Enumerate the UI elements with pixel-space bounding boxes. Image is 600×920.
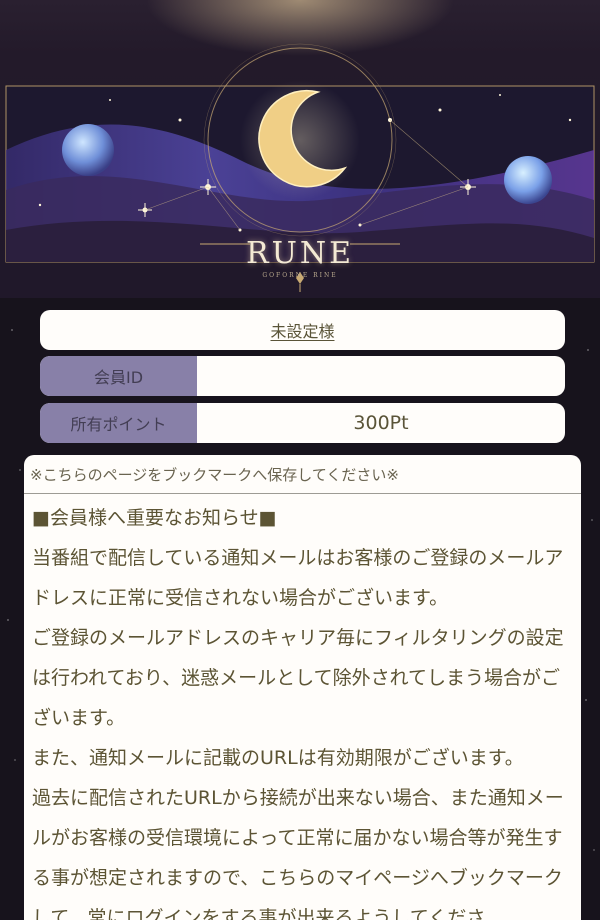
header-banner: RUNE GOFORNE RINE xyxy=(0,0,600,298)
points-value: 300Pt xyxy=(353,412,409,434)
notice-paragraph: また、通知メールに記載のURLは有効期限がございます。 xyxy=(32,747,524,769)
notice-paragraph: 当番組で配信している通知メールはお客様のご登録のメールアドレスに正常に受信されな… xyxy=(32,547,564,609)
notice-paragraph: 過去に配信されたURLから接続が出来ない場合、また通知メールがお客様の受信環境に… xyxy=(32,787,564,920)
notice-heading: ■会員様へ重要なお知らせ■ xyxy=(32,507,277,529)
brand-title: RUNE xyxy=(245,236,355,271)
member-name-row: 未設定様 xyxy=(40,310,565,350)
member-id-label: 会員ID xyxy=(40,356,197,396)
brand: RUNE GOFORNE RINE xyxy=(0,236,600,279)
notice-panel: ※こちらのページをブックマークへ保存してください※ ■会員様へ重要なお知らせ■ … xyxy=(24,455,581,920)
notice-body: ■会員様へ重要なお知らせ■ 当番組で配信している通知メールはお客様のご登録のメー… xyxy=(24,494,581,920)
member-id-row: 会員ID xyxy=(40,356,565,396)
points-label: 所有ポイント xyxy=(40,403,197,443)
page: RUNE GOFORNE RINE 未設定様 会員ID 所有ポイント 300Pt… xyxy=(0,0,600,920)
notice-paragraph: ご登録のメールアドレスのキャリア毎にフィルタリングの設定は行われており、迷惑メー… xyxy=(32,627,564,729)
points-row: 所有ポイント 300Pt xyxy=(40,403,565,443)
member-name-link[interactable]: 未設定様 xyxy=(270,318,334,342)
bookmark-note: ※こちらのページをブックマークへ保存してください※ xyxy=(24,455,581,494)
brand-subtitle: GOFORNE RINE xyxy=(262,272,338,279)
member-id-value xyxy=(197,356,565,396)
